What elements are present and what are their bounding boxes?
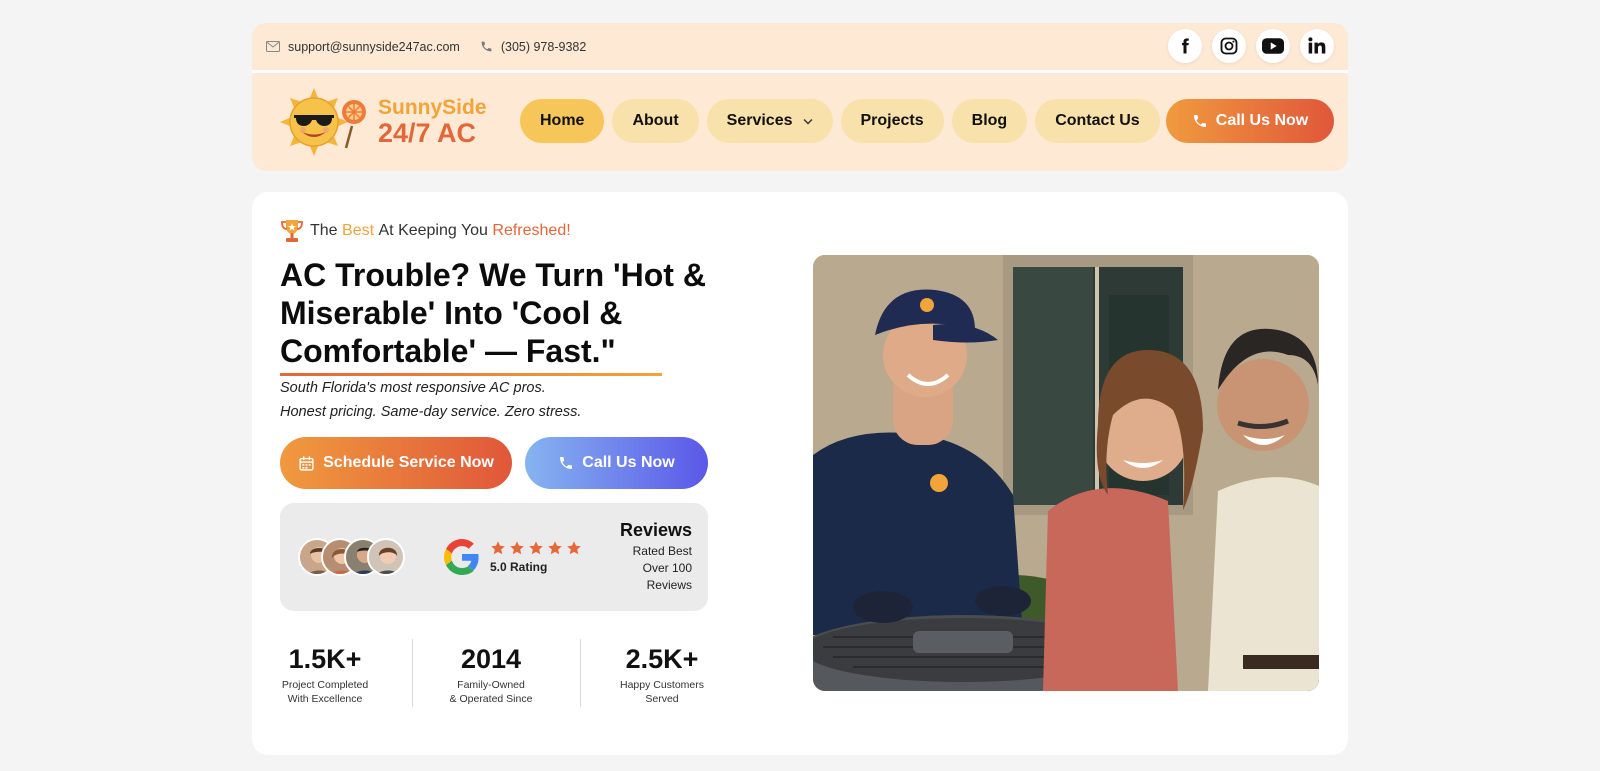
main-navbar: SunnySide 24/7 AC Home About Services Pr… xyxy=(252,73,1348,171)
nav-contact-label: Contact Us xyxy=(1055,112,1140,129)
stat-label-line1: Family-Owned xyxy=(457,679,525,691)
nav-about-label: About xyxy=(632,112,679,129)
hero-headline: AC Trouble? We Turn 'Hot & Miserable' In… xyxy=(280,257,706,369)
nav-contact-us[interactable]: Contact Us xyxy=(1035,99,1160,143)
brand-logo[interactable]: SunnySide 24/7 AC xyxy=(266,86,487,158)
stat-label-line1: Happy Customers xyxy=(619,679,705,691)
customer-avatars xyxy=(298,538,405,576)
hero-subtitle-line2: Honest pricing. Same-day service. Zero s… xyxy=(280,404,582,420)
schedule-service-label: Schedule Service Now xyxy=(323,454,494,471)
site-header: support@sunnyside247ac.com (305) 978-938… xyxy=(252,23,1348,171)
brand-name-line2: 24/7 AC xyxy=(378,117,477,148)
email-text: support@sunnyside247ac.com xyxy=(288,39,460,54)
nav-blog[interactable]: Blog xyxy=(951,99,1028,143)
rating-text: 5.0 Rating xyxy=(490,560,548,574)
headline-underline xyxy=(280,373,662,376)
star-icon xyxy=(567,541,581,555)
brand-name-line1: SunnySide xyxy=(378,95,487,119)
hero-call-label: Call Us Now xyxy=(582,454,675,471)
brand-name: SunnySide 24/7 AC xyxy=(378,96,487,149)
nav-about[interactable]: About xyxy=(612,99,699,143)
google-logo-icon xyxy=(444,539,479,575)
sun-mascot-icon xyxy=(280,88,366,156)
phone-icon xyxy=(481,41,492,52)
stat-label-line1: Project Completed xyxy=(281,679,369,691)
nav-home-label: Home xyxy=(540,112,585,129)
hero-tagline: The Best At Keeping You Refreshed! xyxy=(280,218,571,244)
mail-icon xyxy=(266,41,280,52)
phone-icon xyxy=(560,457,573,469)
trophy-icon xyxy=(281,220,303,242)
star-icon xyxy=(510,541,524,555)
hero-subtitle-line1: South Florida's most responsive AC pros. xyxy=(280,380,546,396)
star-rating xyxy=(490,540,582,556)
youtube-icon[interactable] xyxy=(1256,29,1290,63)
star-icon xyxy=(529,541,543,555)
reviews-title: Reviews xyxy=(619,520,692,540)
phone-icon xyxy=(1193,115,1206,127)
tagline-best: Best xyxy=(342,222,375,239)
header-call-button[interactable]: Call Us Now xyxy=(1166,99,1334,143)
reviews-subtitle: Rated Best Over 100 Reviews xyxy=(632,544,692,592)
tagline-the: The xyxy=(310,222,338,239)
stat-label: Happy Customers Served xyxy=(616,678,708,706)
hero-section: The Best At Keeping You Refreshed! AC Tr… xyxy=(252,192,1348,755)
star-icon xyxy=(548,541,562,555)
hero-call-button[interactable]: Call Us Now xyxy=(525,437,708,489)
nav-services[interactable]: Services xyxy=(706,99,833,143)
stat-label: Project Completed With Excellence xyxy=(280,678,370,706)
social-links xyxy=(1168,29,1334,63)
star-icon xyxy=(491,541,505,555)
primary-nav: Home About Services Projects Blog Contac… xyxy=(520,99,1160,143)
reviews-card: 5.0 Rating Reviews Rated Best Over 100 R… xyxy=(280,503,708,611)
phone-contact[interactable]: (305) 978-9382 xyxy=(480,40,586,54)
calendar-icon xyxy=(299,455,314,471)
stat-customers: 2.5K+ Happy Customers Served xyxy=(616,644,708,706)
schedule-service-button[interactable]: Schedule Service Now xyxy=(280,437,512,489)
stat-divider xyxy=(412,639,413,707)
stat-established: 2014 Family-Owned & Operated Since xyxy=(445,644,537,706)
stat-value: 2014 xyxy=(460,644,522,674)
email-contact[interactable]: support@sunnyside247ac.com xyxy=(266,40,460,54)
facebook-icon[interactable] xyxy=(1168,29,1202,63)
header-call-label: Call Us Now xyxy=(1215,112,1309,129)
linkedin-icon[interactable] xyxy=(1300,29,1334,63)
nav-services-label: Services xyxy=(726,112,793,129)
nav-home[interactable]: Home xyxy=(520,99,605,143)
nav-projects[interactable]: Projects xyxy=(840,99,944,143)
top-contact-bar: support@sunnyside247ac.com (305) 978-938… xyxy=(252,23,1348,73)
stat-value: 1.5K+ xyxy=(288,644,362,674)
nav-blog-label: Blog xyxy=(971,112,1008,129)
stat-label: Family-Owned & Operated Since xyxy=(445,678,537,706)
hero-photo xyxy=(813,255,1319,691)
stat-label-line2: & Operated Since xyxy=(449,693,533,705)
stat-divider xyxy=(580,639,581,707)
stat-projects: 1.5K+ Project Completed With Excellence xyxy=(280,644,370,706)
chevron-down-icon xyxy=(803,118,812,124)
instagram-icon[interactable] xyxy=(1212,29,1246,63)
tagline-mid: At Keeping You xyxy=(378,222,488,239)
stat-value: 2.5K+ xyxy=(625,644,699,674)
tagline-refreshed: Refreshed! xyxy=(492,222,571,239)
stat-label-line2: With Excellence xyxy=(287,693,363,705)
phone-text: (305) 978-9382 xyxy=(500,39,587,54)
nav-projects-label: Projects xyxy=(860,112,924,129)
stat-label-line2: Served xyxy=(645,693,679,705)
avatar xyxy=(367,538,405,576)
